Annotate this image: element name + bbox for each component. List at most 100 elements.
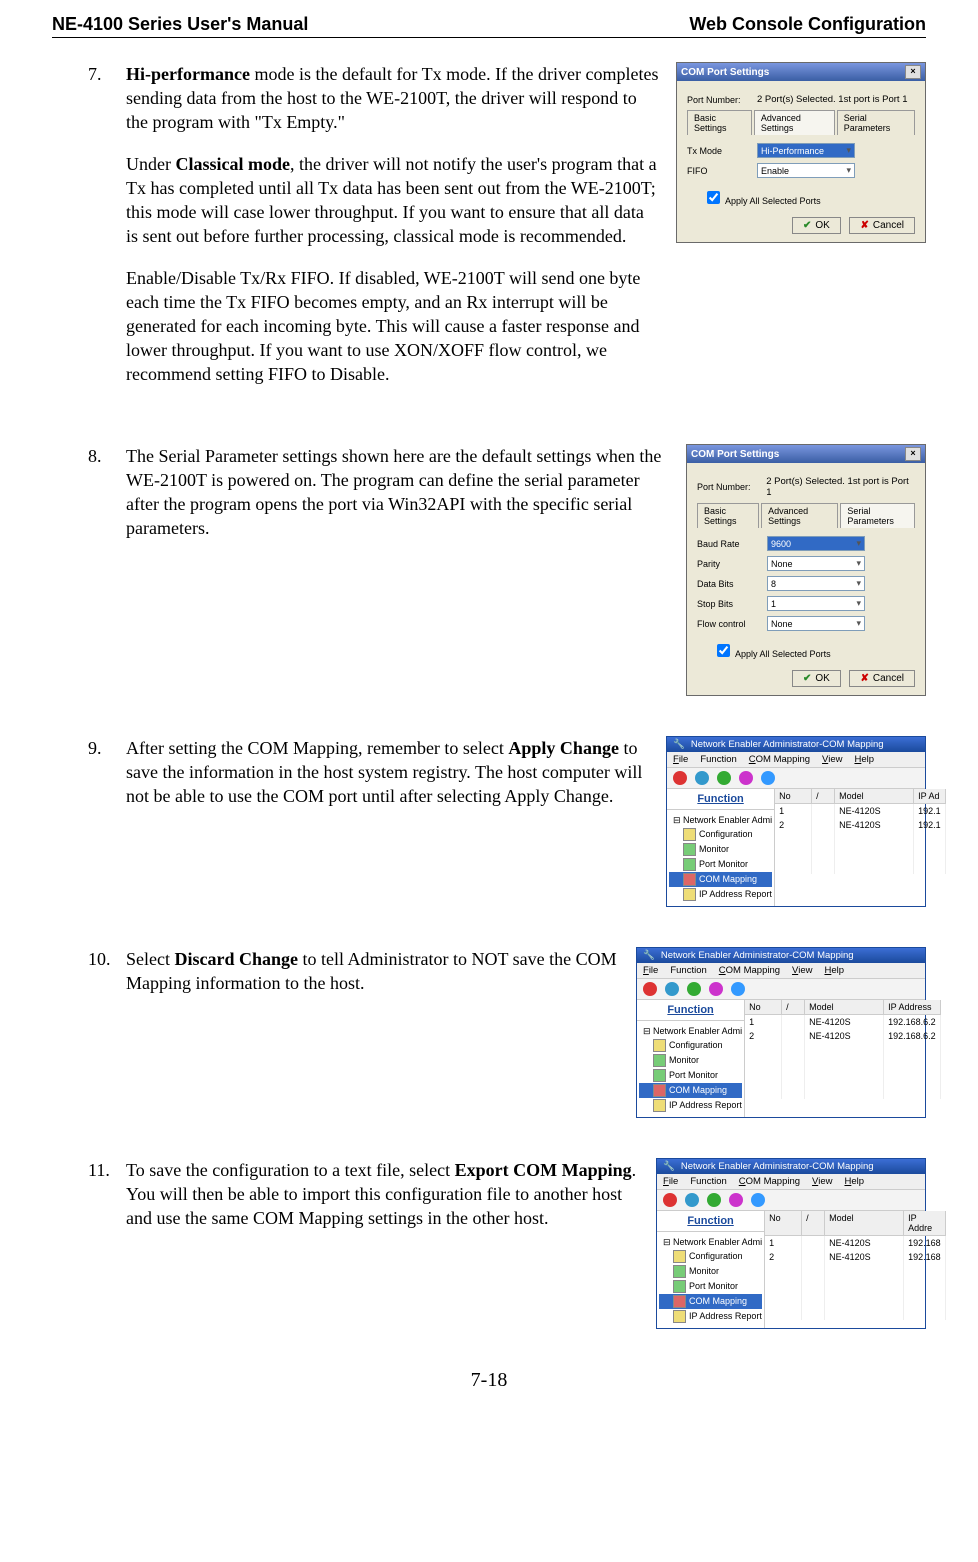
chevron-down-icon: ▾	[856, 598, 861, 609]
data-bits-combo[interactable]: 8▾	[767, 576, 865, 591]
toolbar-icon[interactable]	[717, 771, 731, 785]
menu-com-mapping[interactable]: COM Mapping	[719, 965, 780, 976]
col-no[interactable]: No	[745, 1000, 782, 1014]
col-ip[interactable]: IP Ad	[914, 789, 946, 803]
menu-file[interactable]: File	[643, 965, 658, 976]
menu-view[interactable]: View	[822, 754, 842, 765]
cancel-button[interactable]: ✘Cancel	[849, 217, 915, 234]
tree-node-com-mapping[interactable]: COM Mapping	[639, 1083, 742, 1098]
tree-node-monitor[interactable]: Monitor	[669, 842, 772, 857]
toolbar-icon[interactable]	[695, 771, 709, 785]
parity-combo[interactable]: None▾	[767, 556, 865, 571]
tree-node-port-monitor[interactable]: Port Monitor	[659, 1279, 762, 1294]
function-panel: Function ⊟ Network Enabler Admi Configur…	[667, 789, 775, 906]
list-panel: No / Model IP Address 1NE-4120S192.168.6…	[745, 1000, 941, 1117]
col-no[interactable]: No	[775, 789, 812, 803]
tree-node-monitor[interactable]: Monitor	[659, 1264, 762, 1279]
list-item-10: 10. Select Discard Change to tell Admini…	[52, 947, 926, 1118]
toolbar-icon[interactable]	[739, 771, 753, 785]
tree-node[interactable]: ⊟ Network Enabler Admi	[659, 1236, 762, 1249]
cancel-button[interactable]: ✘Cancel	[849, 670, 915, 687]
tab-advanced-settings[interactable]: Advanced Settings	[754, 110, 835, 135]
table-row[interactable]: 2NE-4120S192.168	[765, 1250, 946, 1264]
col-ip[interactable]: IP Addre	[904, 1211, 946, 1235]
ok-button[interactable]: ✔OK	[792, 217, 841, 234]
tree-node-port-monitor[interactable]: Port Monitor	[669, 857, 772, 872]
menu-view[interactable]: View	[812, 1176, 832, 1187]
baud-rate-combo[interactable]: 9600▾	[767, 536, 865, 551]
toolbar-icon[interactable]	[731, 982, 745, 996]
dialog-title: COM Port Settings	[691, 449, 779, 460]
tx-mode-combo[interactable]: Hi-Performance ▾	[757, 143, 855, 158]
close-icon[interactable]: ×	[905, 447, 921, 461]
col-model[interactable]: Model	[805, 1000, 884, 1014]
table-row[interactable]: 1NE-4120S192.168	[765, 1236, 946, 1250]
tree-node-configuration[interactable]: Configuration	[659, 1249, 762, 1264]
toolbar-icon[interactable]	[687, 982, 701, 996]
tree-node-com-mapping[interactable]: COM Mapping	[669, 872, 772, 887]
port-number-label: Port Number:	[687, 95, 757, 105]
tree-node[interactable]: ⊟ Network Enabler Admi	[669, 814, 772, 827]
toolbar-icon[interactable]	[761, 771, 775, 785]
table-row[interactable]: 2NE-4120S192.168.6.2	[745, 1029, 941, 1043]
check-icon: ✔	[803, 220, 811, 231]
tab-serial-parameters[interactable]: Serial Parameters	[837, 110, 915, 135]
apply-all-ports-checkbox[interactable]	[717, 644, 730, 657]
tree-node-configuration[interactable]: Configuration	[669, 827, 772, 842]
tab-serial-parameters[interactable]: Serial Parameters	[840, 503, 915, 528]
com-port-settings-dialog: COM Port Settings × Port Number: 2 Port(…	[686, 444, 926, 696]
tree-node-com-mapping[interactable]: COM Mapping	[659, 1294, 762, 1309]
flow-control-combo[interactable]: None▾	[767, 616, 865, 631]
fifo-combo[interactable]: Enable ▾	[757, 163, 855, 178]
tree-node-ip-report[interactable]: IP Address Report	[669, 887, 772, 902]
table-row[interactable]: 1NE-4120S192.1	[775, 804, 946, 818]
table-row	[745, 1043, 941, 1057]
menu-function[interactable]: Function	[700, 754, 736, 765]
col-ip[interactable]: IP Address	[884, 1000, 941, 1014]
menu-help[interactable]: Help	[824, 965, 844, 976]
toolbar-icon[interactable]	[707, 1193, 721, 1207]
tree-node-configuration[interactable]: Configuration	[639, 1038, 742, 1053]
item-text: After setting the COM Mapping, remember …	[126, 736, 666, 826]
table-row[interactable]: 1NE-4120S192.168.6.2	[745, 1015, 941, 1029]
col-no[interactable]: No	[765, 1211, 802, 1235]
tree-node-monitor[interactable]: Monitor	[639, 1053, 742, 1068]
menu-function[interactable]: Function	[670, 965, 706, 976]
tab-basic-settings[interactable]: Basic Settings	[697, 503, 759, 528]
tree-node[interactable]: ⊟ Network Enabler Admi	[639, 1025, 742, 1038]
menu-com-mapping[interactable]: COM Mapping	[739, 1176, 800, 1187]
col-sort[interactable]: /	[802, 1211, 825, 1235]
toolbar-icon[interactable]	[751, 1193, 765, 1207]
menu-help[interactable]: Help	[844, 1176, 864, 1187]
apply-all-ports-checkbox[interactable]	[707, 191, 720, 204]
menu-file[interactable]: FFileile	[673, 754, 688, 765]
toolbar-icon[interactable]	[665, 982, 679, 996]
toolbar-icon[interactable]	[685, 1193, 699, 1207]
toolbar-icon[interactable]	[729, 1193, 743, 1207]
menu-file[interactable]: File	[663, 1176, 678, 1187]
table-row	[765, 1306, 946, 1320]
ok-button[interactable]: ✔OK	[792, 670, 841, 687]
menu-view[interactable]: View	[792, 965, 812, 976]
toolbar-icon[interactable]	[673, 771, 687, 785]
stop-bits-combo[interactable]: 1▾	[767, 596, 865, 611]
col-sort[interactable]: /	[782, 1000, 805, 1014]
menu-function[interactable]: Function	[690, 1176, 726, 1187]
close-icon[interactable]: ×	[905, 65, 921, 79]
menu-help[interactable]: Help	[854, 754, 874, 765]
tab-basic-settings[interactable]: Basic Settings	[687, 110, 752, 135]
col-model[interactable]: Model	[835, 789, 914, 803]
tree-node-ip-report[interactable]: IP Address Report	[639, 1098, 742, 1113]
tree-node-port-monitor[interactable]: Port Monitor	[639, 1068, 742, 1083]
toolbar-icon[interactable]	[709, 982, 723, 996]
dialog-title: COM Port Settings	[681, 67, 769, 78]
col-model[interactable]: Model	[825, 1211, 904, 1235]
toolbar-icon[interactable]	[643, 982, 657, 996]
menu-com-mapping[interactable]: COM Mapping	[749, 754, 810, 765]
function-header: Function	[657, 1211, 764, 1232]
tab-advanced-settings[interactable]: Advanced Settings	[761, 503, 838, 528]
col-sort[interactable]: /	[812, 789, 835, 803]
tree-node-ip-report[interactable]: IP Address Report	[659, 1309, 762, 1324]
toolbar-icon[interactable]	[663, 1193, 677, 1207]
table-row[interactable]: 2NE-4120S192.1	[775, 818, 946, 832]
